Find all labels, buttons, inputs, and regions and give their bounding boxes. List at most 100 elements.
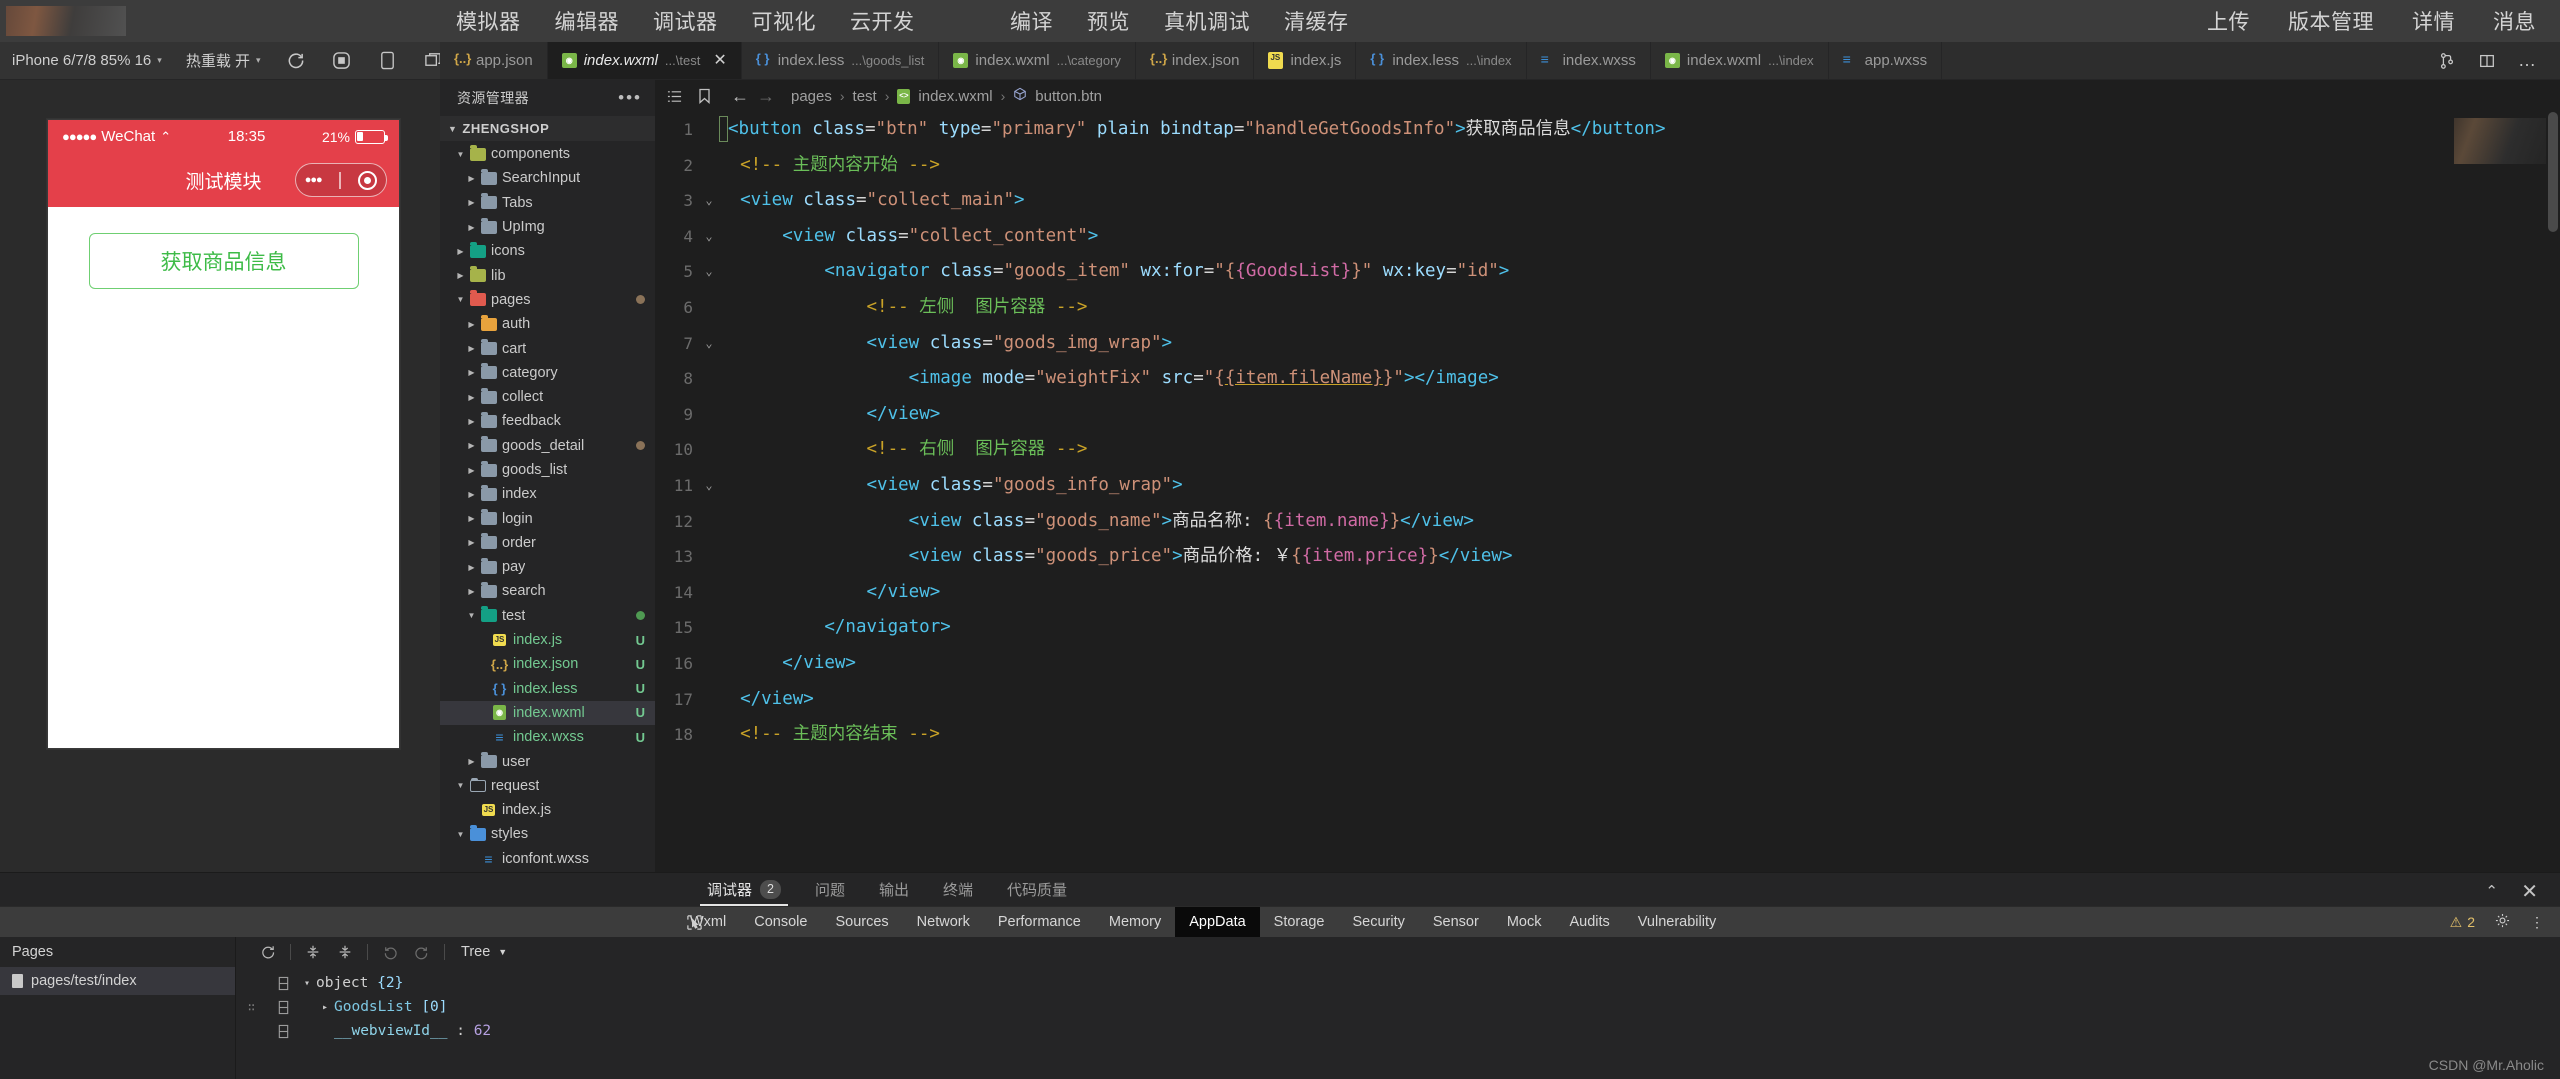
hot-reload-selector[interactable]: 热重载 开 ▾ xyxy=(174,42,273,79)
code-line[interactable]: 3 ⌄ <view class="collect_main"> xyxy=(655,183,2560,219)
explorer-folder-components[interactable]: ▼ components xyxy=(440,142,655,166)
panel-tab-1[interactable]: 问题 xyxy=(798,879,862,906)
explorer-folder-utils[interactable]: ▶utils xyxy=(440,871,655,872)
explorer-folder-cart[interactable]: ▶ cart xyxy=(440,336,655,360)
explorer-folder-icons[interactable]: ▶ icons xyxy=(440,239,655,263)
menu-editor[interactable]: 编辑器 xyxy=(555,6,620,36)
editor-tab-app-json-0[interactable]: {..} app.json xyxy=(440,42,548,79)
collapse-all-icon[interactable] xyxy=(329,937,361,967)
devtools-tab-sources[interactable]: Sources xyxy=(821,907,902,937)
menu-real-device-debug[interactable]: 真机调试 xyxy=(1164,6,1250,36)
explorer-folder-Tabs[interactable]: ▶ Tabs xyxy=(440,191,655,215)
fold-chevron-icon[interactable]: ⌄ xyxy=(701,468,717,504)
explorer-folder-SearchInput[interactable]: ▶ SearchInput xyxy=(440,166,655,190)
refresh-icon[interactable] xyxy=(252,937,284,967)
element-picker-icon[interactable] xyxy=(686,907,703,937)
editor-tab-index-wxml-8[interactable]: ◉ index.wxml ...\index xyxy=(1650,42,1829,79)
breadcrumb-pages[interactable]: pages xyxy=(791,88,832,105)
code-line[interactable]: 7 ⌄ <view class="goods_img_wrap"> xyxy=(655,326,2560,362)
close-icon[interactable]: ✕ xyxy=(713,52,726,69)
explorer-folder-test[interactable]: ▼ test xyxy=(440,604,655,628)
close-target-icon[interactable] xyxy=(358,170,378,190)
explorer-file-index-wxml[interactable]: ◉ index.wxml U xyxy=(440,700,655,726)
back-arrow-icon[interactable]: ← xyxy=(731,86,749,107)
menu-clear-cache[interactable]: 清缓存 xyxy=(1284,6,1349,36)
devtools-tab-audits[interactable]: Audits xyxy=(1555,907,1623,937)
explorer-file-index-json[interactable]: {..} index.json U xyxy=(440,652,655,676)
more-dots-icon[interactable]: ●●● xyxy=(305,174,323,186)
explorer-folder-styles[interactable]: ▼ styles xyxy=(440,822,655,846)
explorer-folder-category[interactable]: ▶ category xyxy=(440,361,655,385)
explorer-folder-index[interactable]: ▶ index xyxy=(440,482,655,506)
code-line[interactable]: 15 </navigator> xyxy=(655,610,2560,646)
editor-tab-index-less-2[interactable]: { } index.less ...\goods_list xyxy=(741,42,940,79)
split-editor-icon[interactable] xyxy=(2478,52,2496,70)
menu-details[interactable]: 详情 xyxy=(2412,6,2455,36)
explorer-file-index-js[interactable]: JS index.js U xyxy=(440,628,655,652)
fold-chevron-icon[interactable]: ⌄ xyxy=(701,219,717,255)
code-line[interactable]: 11 ⌄ <view class="goods_info_wrap"> xyxy=(655,468,2560,504)
devtools-tab-memory[interactable]: Memory xyxy=(1095,907,1175,937)
menu-debugger[interactable]: 调试器 xyxy=(653,6,718,36)
editor-tab-index-wxss-7[interactable]: ≡ index.wxss xyxy=(1526,42,1651,79)
devtools-tab-network[interactable]: Network xyxy=(903,907,984,937)
panel-tab-0[interactable]: 调试器 2 xyxy=(690,879,798,906)
code-line[interactable]: 10 <!-- 右侧 图片容器 --> xyxy=(655,432,2560,468)
get-goods-info-button[interactable]: 获取商品信息 xyxy=(88,233,359,289)
more-actions-icon[interactable]: ••• xyxy=(618,88,642,108)
appdata-tree-row[interactable]: ∷ ▸ GoodsList [0] xyxy=(236,995,2560,1019)
stop-icon[interactable] xyxy=(319,42,365,80)
menu-visualization[interactable]: 可视化 xyxy=(752,6,817,36)
explorer-folder-request[interactable]: ▼ request xyxy=(440,774,655,798)
menu-messages[interactable]: 消息 xyxy=(2493,6,2536,36)
chevron-down-icon[interactable]: ▾ xyxy=(298,978,316,989)
devtools-tab-vulnerability[interactable]: Vulnerability xyxy=(1624,907,1730,937)
undo-icon[interactable] xyxy=(374,937,406,967)
code-line[interactable]: 13 <view class="goods_price">商品价格: ￥{{it… xyxy=(655,539,2560,575)
explorer-folder-pages[interactable]: ▼ pages xyxy=(440,288,655,312)
editor-scrollbar[interactable] xyxy=(2546,112,2560,872)
appdata-tree-row[interactable]: ▾ object {2} xyxy=(236,971,2560,995)
redo-icon[interactable] xyxy=(406,937,438,967)
close-panel-icon[interactable]: ✕ xyxy=(2521,882,2538,902)
menu-compile[interactable]: 编译 xyxy=(1010,6,1053,36)
explorer-root-row[interactable]: ▼ ZHENGSHOP xyxy=(440,116,655,141)
code-line[interactable]: 18 <!-- 主题内容结束 --> xyxy=(655,717,2560,753)
forward-arrow-icon[interactable]: → xyxy=(757,86,775,107)
explorer-folder-goods_list[interactable]: ▶ goods_list xyxy=(440,458,655,482)
code-line[interactable]: 5 ⌄ <navigator class="goods_item" wx:for=… xyxy=(655,254,2560,290)
explorer-file-index-less[interactable]: { } index.less U xyxy=(440,677,655,701)
menu-preview[interactable]: 预览 xyxy=(1087,6,1130,36)
panel-tab-2[interactable]: 输出 xyxy=(862,879,926,906)
explorer-folder-collect[interactable]: ▶ collect xyxy=(440,385,655,409)
collapse-panel-icon[interactable]: ⌃ xyxy=(2485,882,2498,900)
explorer-folder-lib[interactable]: ▶ lib xyxy=(440,263,655,287)
code-line[interactable]: 1 <button class="btn" type="primary" plai… xyxy=(655,112,2560,148)
device-selector[interactable]: iPhone 6/7/8 85% 16 ▾ xyxy=(0,42,174,79)
explorer-file-index-js[interactable]: JS index.js xyxy=(440,798,655,822)
code-line[interactable]: 8 <image mode="weightFix" src="{{item.fi… xyxy=(655,361,2560,397)
code-line[interactable]: 6 <!-- 左侧 图片容器 --> xyxy=(655,290,2560,326)
phone-icon[interactable] xyxy=(365,42,411,80)
editor-tab-index-json-4[interactable]: {..} index.json xyxy=(1135,42,1255,79)
pages-list-item[interactable]: pages/test/index xyxy=(0,967,235,995)
wechat-capsule[interactable]: ●●● xyxy=(295,163,387,197)
refresh-icon[interactable] xyxy=(273,42,319,80)
bookmark-icon[interactable] xyxy=(698,88,711,104)
code-line[interactable]: 2 <!-- 主题内容开始 --> xyxy=(655,148,2560,184)
code-line[interactable]: 9 </view> xyxy=(655,397,2560,433)
explorer-folder-UpImg[interactable]: ▶ UpImg xyxy=(440,215,655,239)
explorer-folder-pay[interactable]: ▶ pay xyxy=(440,555,655,579)
panel-tab-3[interactable]: 终端 xyxy=(926,879,990,906)
devtools-more-icon[interactable]: ⋮ xyxy=(2530,914,2546,931)
minimap[interactable] xyxy=(2454,118,2546,164)
explorer-folder-feedback[interactable]: ▶ feedback xyxy=(440,409,655,433)
devtools-tab-storage[interactable]: Storage xyxy=(1260,907,1339,937)
panel-tab-4[interactable]: 代码质量 xyxy=(990,879,1084,906)
devtools-tab-sensor[interactable]: Sensor xyxy=(1419,907,1493,937)
explorer-folder-user[interactable]: ▶ user xyxy=(440,749,655,773)
view-mode-selector[interactable]: Tree ▼ xyxy=(461,944,507,960)
editor-tab-index-js-5[interactable]: JS index.js xyxy=(1254,42,1357,79)
menu-version-management[interactable]: 版本管理 xyxy=(2288,6,2374,36)
explorer-file-iconfont-wxss[interactable]: ≡ iconfont.wxss xyxy=(440,847,655,871)
